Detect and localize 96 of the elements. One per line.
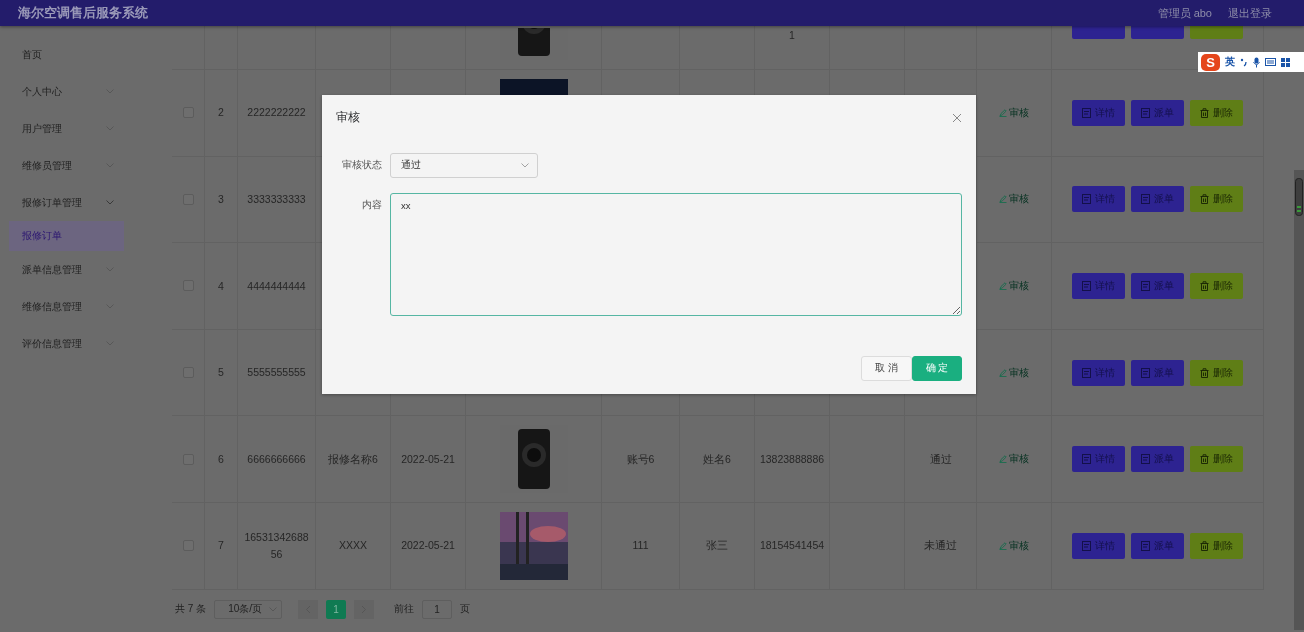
- document-icon: [1082, 367, 1091, 378]
- goto-label: 前往: [394, 602, 415, 617]
- delete-button[interactable]: 删除: [1190, 186, 1243, 213]
- confirm-button[interactable]: 确 定: [912, 356, 962, 381]
- menu-item[interactable]: 评价信息管理: [0, 325, 172, 362]
- pen-icon: [999, 195, 1007, 204]
- delete-button[interactable]: 删除: [1190, 446, 1243, 473]
- document-icon: [1141, 367, 1150, 378]
- document-icon: [1141, 454, 1150, 465]
- total-count: 共 7 条: [175, 602, 207, 617]
- page-suffix: 页: [460, 602, 471, 617]
- audit-link[interactable]: 审核: [999, 191, 1029, 208]
- phone-number: 1: [789, 29, 795, 41]
- detail-button[interactable]: [1072, 26, 1125, 39]
- pen-icon: [999, 455, 1007, 464]
- row-index: 3: [218, 192, 224, 207]
- content-textarea[interactable]: xx: [390, 193, 962, 316]
- document-icon: [1141, 281, 1150, 291]
- review-status: 未通过: [924, 538, 957, 554]
- pen-icon: [999, 108, 1007, 117]
- trash-icon: [1200, 194, 1209, 205]
- document-icon: [1141, 540, 1150, 551]
- ime-language[interactable]: 英: [1225, 55, 1235, 69]
- submenu-item[interactable]: 报修订单: [9, 221, 124, 251]
- menu-item[interactable]: 报修订单管理: [0, 184, 172, 221]
- document-icon: [1082, 194, 1091, 205]
- user-label: 管理员 abo: [1157, 5, 1212, 21]
- menu-item[interactable]: 维修信息管理: [0, 288, 172, 325]
- page-size-select[interactable]: 10条/页: [214, 599, 283, 619]
- menu-item[interactable]: 首页: [0, 36, 172, 73]
- trash-icon: [1200, 281, 1209, 291]
- order-number: 1653134268856: [243, 529, 310, 562]
- row-index: 2: [218, 105, 224, 121]
- audit-link[interactable]: 审核: [999, 451, 1029, 468]
- order-number: 6666666666: [247, 451, 306, 467]
- phone-number: 13823888886: [759, 451, 825, 467]
- audit-link[interactable]: 审核: [999, 278, 1029, 294]
- customer-name: 姓名6: [703, 451, 731, 467]
- dialog-title: 审核: [336, 109, 360, 126]
- page-number[interactable]: 1: [326, 599, 347, 619]
- trash-icon: [1200, 540, 1209, 551]
- field-label: 内容: [361, 198, 382, 212]
- document-icon: [1082, 540, 1091, 551]
- ime-logo: S: [1201, 53, 1220, 71]
- cancel-button[interactable]: 取 消: [861, 356, 912, 381]
- document-icon: [1082, 454, 1091, 465]
- delete-button[interactable]: 删除: [1190, 273, 1243, 299]
- menu-item[interactable]: 维修员管理: [0, 147, 172, 184]
- delete-button[interactable]: [1190, 26, 1243, 39]
- pen-icon: [999, 368, 1007, 377]
- row-index: 4: [218, 278, 224, 294]
- grid-icon[interactable]: [1281, 57, 1290, 67]
- trash-icon: [1200, 107, 1209, 118]
- close-button[interactable]: [952, 112, 962, 123]
- chevron-icon: [521, 163, 529, 168]
- order-date: 2022-05-21: [401, 451, 455, 467]
- review-status: 通过: [929, 451, 952, 467]
- audit-link[interactable]: 审核: [999, 104, 1029, 121]
- microphone-icon[interactable]: [1253, 56, 1260, 68]
- punctuation-icon[interactable]: [1240, 57, 1248, 67]
- account: 账号6: [626, 451, 655, 467]
- trash-icon: [1200, 454, 1209, 465]
- row-index: 7: [218, 538, 224, 554]
- repair-name: 报修名称6: [328, 451, 378, 467]
- scroll-thumb[interactable]: [1295, 178, 1303, 216]
- order-date: 2022-05-21: [401, 538, 455, 554]
- order-number: 3333333333: [247, 192, 306, 207]
- menu-item[interactable]: 派单信息管理: [0, 251, 172, 288]
- dispatch-button[interactable]: [1131, 26, 1184, 39]
- field-label: 审核状态: [341, 159, 382, 172]
- document-icon: [1141, 107, 1150, 118]
- pen-icon: [999, 541, 1007, 550]
- document-icon: [1082, 107, 1091, 118]
- order-number: 2222222222: [247, 105, 306, 121]
- account: 111: [632, 538, 649, 554]
- order-number: 5555555555: [247, 365, 306, 381]
- trash-icon: [1200, 367, 1209, 378]
- app-title: 海尔空调售后服务系统: [18, 4, 148, 22]
- delete-button[interactable]: 删除: [1190, 532, 1243, 559]
- row-index: 5: [218, 365, 224, 381]
- delete-button[interactable]: 删除: [1190, 99, 1243, 126]
- logout-link[interactable]: 退出登录: [1228, 5, 1272, 21]
- audit-link[interactable]: 审核: [999, 364, 1029, 381]
- menu-item[interactable]: 用户管理: [0, 110, 172, 147]
- order-number: 4444444444: [247, 278, 306, 294]
- pen-icon: [999, 282, 1007, 290]
- document-icon: [1082, 281, 1091, 291]
- document-icon: [1141, 194, 1150, 205]
- repair-name: XXXX: [339, 538, 367, 554]
- row-index: 6: [218, 451, 224, 467]
- keyboard-icon[interactable]: [1265, 58, 1276, 66]
- goto-page-field[interactable]: 1: [422, 599, 453, 619]
- delete-button[interactable]: 删除: [1190, 359, 1243, 386]
- phone-number: 18154541454: [759, 538, 825, 554]
- status-select[interactable]: 通过: [390, 153, 538, 178]
- audit-link[interactable]: 审核: [999, 537, 1029, 554]
